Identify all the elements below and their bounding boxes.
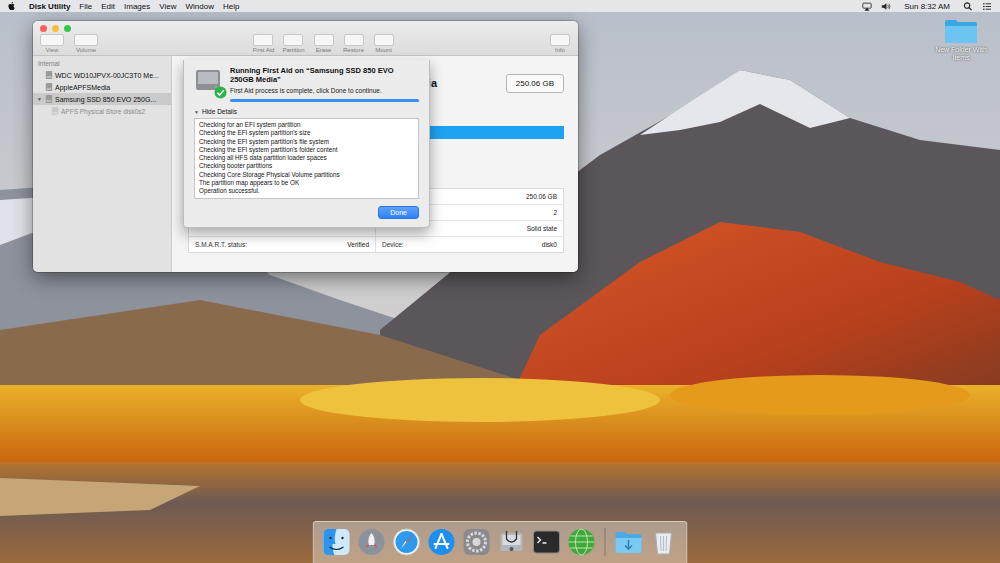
toolbar-button[interactable]: First Aid — [252, 34, 274, 53]
capacity-badge: 250.06 GB — [506, 74, 564, 93]
toolbar-button-icon — [40, 34, 64, 46]
dock — [313, 521, 688, 563]
apple-logo-icon[interactable] — [8, 1, 16, 11]
log-line: Checking Core Storage Physical Volume pa… — [199, 171, 414, 179]
disclosure-toggle[interactable]: ▼ — [36, 96, 43, 102]
menu-item[interactable]: Window — [185, 2, 213, 11]
toolbar-button-icon — [283, 34, 303, 46]
globe-app-icon[interactable] — [567, 527, 597, 557]
toolbar-button-icon — [74, 34, 98, 46]
first-aid-sheet: Running First Aid on “Samsung SSD 850 EV… — [183, 60, 430, 228]
folder-icon — [944, 18, 978, 44]
done-button[interactable]: Done — [378, 206, 419, 219]
zoom-button[interactable] — [64, 25, 71, 32]
menu-item[interactable]: Images — [124, 2, 150, 11]
sidebar-item[interactable]: APFS Physical Store disk0s2 — [33, 105, 171, 117]
volume-icon[interactable] — [881, 2, 891, 11]
log-box: Checking for an EFI system partitionChec… — [194, 118, 419, 199]
close-button[interactable] — [40, 25, 47, 32]
menu-item[interactable]: Help — [223, 2, 239, 11]
log-line: The partition map appears to be OK — [199, 179, 414, 187]
toolbar-button[interactable]: Volume — [74, 34, 98, 53]
log-line: Checking the EFI system partition's file… — [199, 138, 414, 146]
menu-bar: Disk Utility File Edit Images View Window Help… — [0, 0, 1000, 12]
menu-clock[interactable]: Sun 8:32 AM — [904, 2, 950, 11]
sidebar: InternalWDC WD10JPVX-00JC3T0 Me...AppleA… — [33, 56, 172, 272]
minimize-button[interactable] — [52, 25, 59, 32]
menu-item[interactable]: File — [79, 2, 92, 11]
sheet-message: First Aid process is complete, click Don… — [230, 87, 419, 94]
app-store-icon[interactable] — [427, 527, 457, 557]
system-preferences-icon[interactable] — [462, 527, 492, 557]
menu-item[interactable]: View — [159, 2, 176, 11]
sidebar-item[interactable]: AppleAPFSMedia — [33, 81, 171, 93]
log-line: Checking for an EFI system partition — [199, 121, 414, 129]
toolbar-button-icon — [344, 34, 364, 46]
drive-icon — [45, 94, 53, 104]
title-bar: View Volume First Aid Partition Erase Restore… — [33, 21, 578, 56]
trash-icon[interactable] — [649, 527, 679, 557]
dock-separator — [605, 528, 606, 556]
disk-utility-icon[interactable] — [497, 527, 527, 557]
disk-utility-window: View Volume First Aid Partition Erase Restore… — [33, 21, 578, 272]
toolbar-button[interactable]: Partition — [282, 34, 304, 53]
toolbar-button-icon — [374, 34, 394, 46]
hide-details-toggle[interactable]: ▼Hide Details — [194, 108, 419, 115]
airplay-icon[interactable] — [862, 2, 872, 11]
sheet-title: Running First Aid on “Samsung SSD 850 EV… — [230, 66, 419, 84]
toolbar-button[interactable]: View — [40, 34, 64, 53]
toolbar-button[interactable]: Mount — [373, 34, 395, 53]
safari-icon[interactable] — [392, 527, 422, 557]
terminal-icon[interactable] — [532, 527, 562, 557]
finder-icon[interactable] — [322, 527, 352, 557]
desktop-icons: New Folder With Items — [932, 18, 990, 62]
log-line: Operation successful. — [199, 187, 414, 195]
log-line: Checking all HFS data partition loader s… — [199, 154, 414, 162]
launchpad-icon[interactable] — [357, 527, 387, 557]
drive-icon — [45, 70, 53, 80]
toolbar-button[interactable]: Info — [549, 34, 571, 53]
info-icon — [550, 34, 570, 46]
toolbar-button[interactable]: Restore — [343, 34, 365, 53]
log-line: Checking booter partitions — [199, 162, 414, 170]
log-line: Checking the EFI system partition's fold… — [199, 146, 414, 154]
sidebar-item[interactable]: ▼Samsung SSD 850 EVO 250G... — [33, 93, 171, 105]
success-check-icon — [214, 86, 227, 99]
log-line: Checking the EFI system partition's size — [199, 129, 414, 137]
desktop-folder-label: New Folder With Items — [932, 46, 990, 62]
spotlight-search-icon[interactable] — [963, 2, 973, 11]
toolbar: View Volume First Aid Partition Erase Restore… — [40, 34, 571, 53]
toolbar-button-icon — [253, 34, 273, 46]
notification-center-icon[interactable] — [982, 2, 992, 11]
info-row: S.M.A.R.T. status:VerifiedDevice:disk0 — [189, 237, 563, 252]
app-menu[interactable]: Disk Utility — [29, 2, 70, 11]
sidebar-header: Internal — [33, 59, 171, 69]
downloads-folder-icon[interactable] — [614, 527, 644, 557]
desktop-folder[interactable]: New Folder With Items — [932, 18, 990, 62]
menu-item[interactable]: Edit — [101, 2, 115, 11]
toolbar-button[interactable]: Erase — [313, 34, 335, 53]
progress-bar — [230, 99, 419, 102]
toolbar-button-icon — [314, 34, 334, 46]
sidebar-item[interactable]: WDC WD10JPVX-00JC3T0 Me... — [33, 69, 171, 81]
drive-icon — [45, 82, 53, 92]
desktop-screen: Disk Utility File Edit Images View Window Help… — [0, 0, 1000, 563]
drive-icon — [51, 106, 59, 116]
